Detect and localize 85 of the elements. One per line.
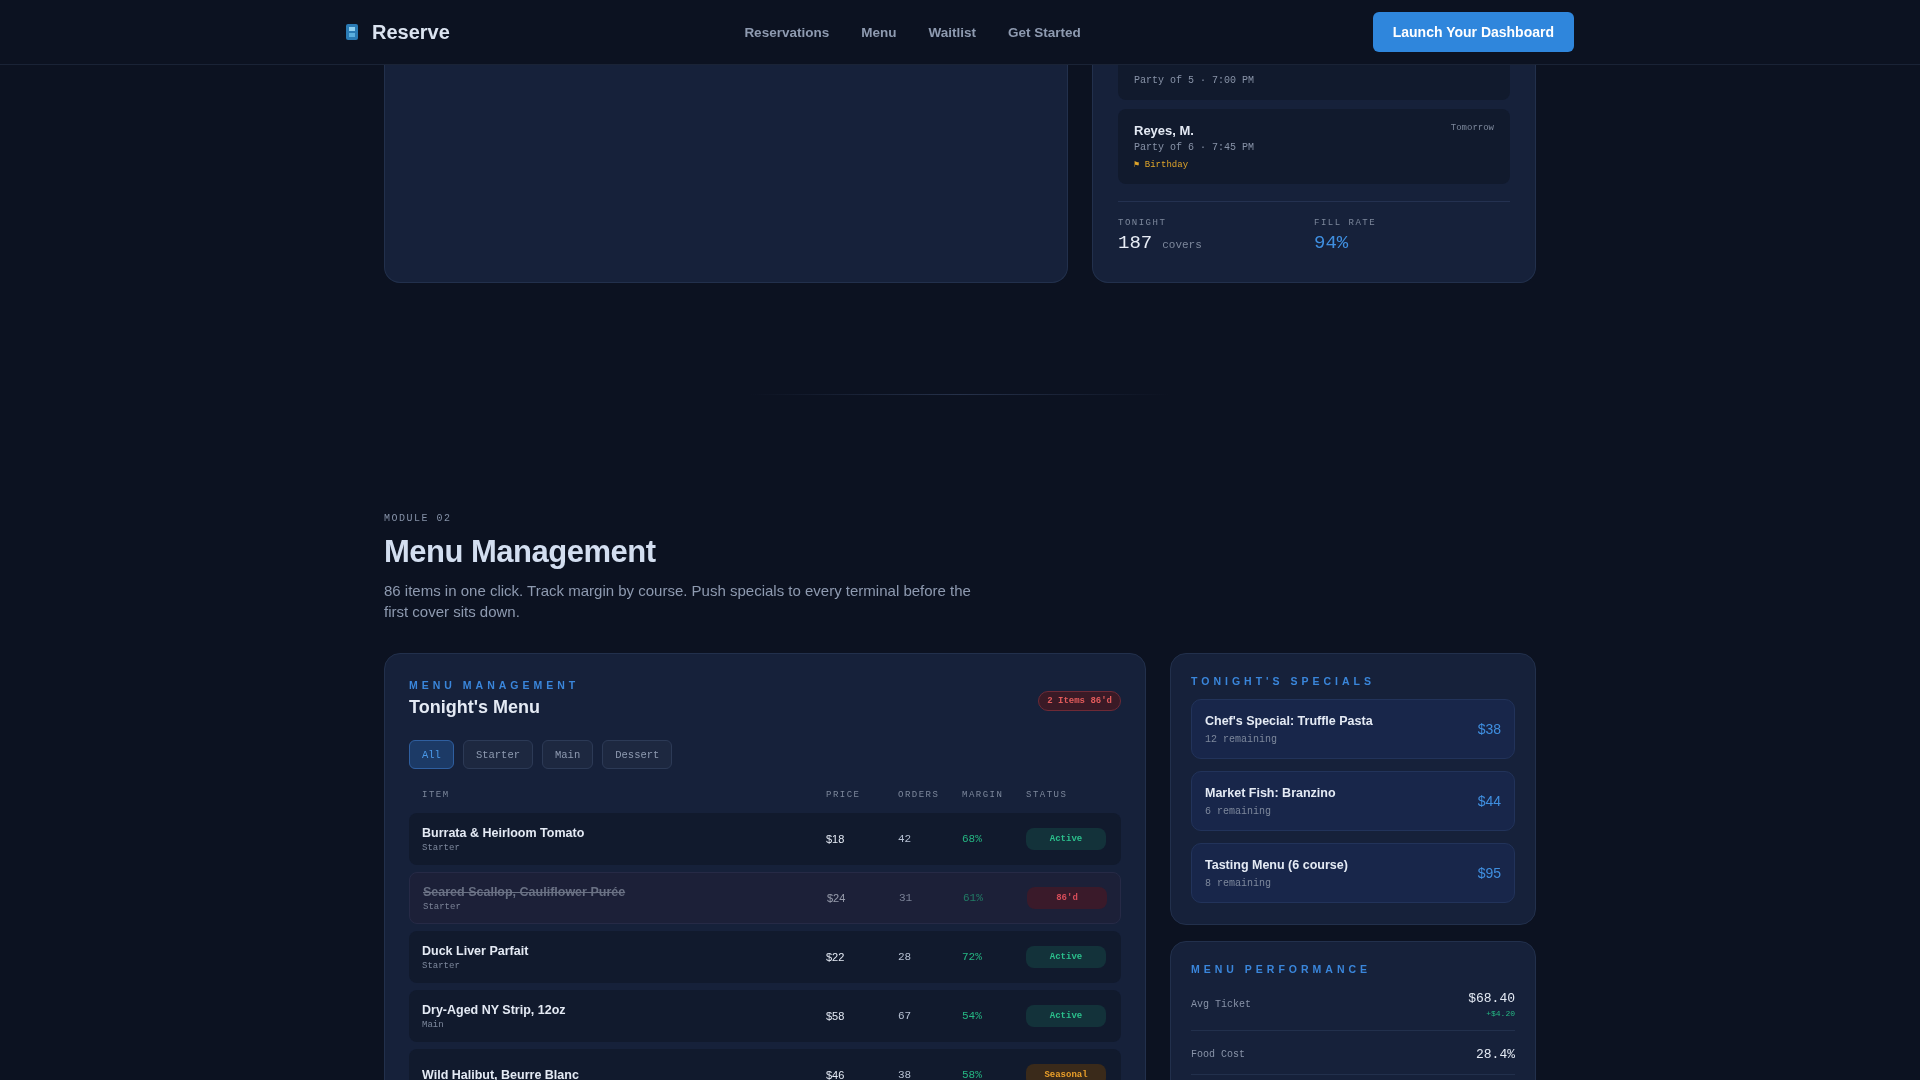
item-margin: 58%	[962, 1069, 983, 1080]
module-label: MODULE 02	[384, 513, 453, 524]
status-pill: Active	[1026, 1005, 1106, 1027]
item-price: $24	[827, 892, 847, 904]
filter-tab[interactable]: Starter	[462, 740, 533, 769]
party-details: Party of 6 · 7:45 PM	[1134, 142, 1256, 153]
filter-tab[interactable]: Dessert	[602, 740, 673, 769]
item-price: $58	[826, 1010, 846, 1022]
occasion-note: ⚑ Birthday	[1134, 159, 1190, 170]
item-orders: 67	[898, 1010, 913, 1022]
item-orders: 38	[898, 1069, 913, 1080]
stat-value: 187	[1118, 232, 1153, 254]
special-name: Chef's Special: Truffle Pasta	[1205, 713, 1373, 728]
brand-name[interactable]: Reserve	[372, 20, 450, 44]
section-title: Menu Management	[384, 534, 657, 570]
special-remaining: 12 remaining	[1205, 733, 1278, 745]
item-name: Seared Scallop, Cauliflower Purée	[423, 884, 627, 899]
column-header: ITEM	[422, 790, 451, 800]
menu-row[interactable]: Seared Scallop, Cauliflower Purée Starter $24 31 61% 86'd	[409, 872, 1121, 924]
item-course: Starter	[422, 960, 461, 971]
nav-link[interactable]: Reservations	[744, 24, 830, 40]
special-price: $44	[1477, 793, 1501, 809]
status-pill: Seasonal	[1026, 1064, 1106, 1080]
nav-link[interactable]: Get Started	[1007, 24, 1081, 40]
menu-row[interactable]: Dry-Aged NY Strip, 12oz Main $58 67 54% Active	[409, 990, 1121, 1042]
column-header: PRICE	[826, 790, 862, 800]
item-price: $46	[826, 1069, 846, 1080]
special-price: $95	[1477, 865, 1501, 881]
special-remaining: 8 remaining	[1205, 877, 1272, 889]
column-header: MARGIN	[962, 790, 1005, 800]
launch-dashboard-button[interactable]: Launch Your Dashboard	[1372, 12, 1574, 52]
item-margin: 68%	[962, 833, 983, 845]
reservation-card[interactable]: Reyes, M. Tomorrow Party of 6 · 7:45 PM ⚑ Birthday	[1118, 109, 1510, 184]
section-description: 86 items in one click. Track margin by course. Push specials to every terminal before the first cover sits down.	[384, 581, 972, 622]
item-course: Main	[422, 1019, 445, 1030]
stat-label: TONIGHT	[1118, 218, 1168, 228]
special-price: $38	[1477, 721, 1501, 737]
nav-link[interactable]: Menu	[861, 24, 897, 40]
metric-value: 28.4%	[1476, 1047, 1515, 1062]
card-eyebrow: TONIGHT'S SPECIALS	[1191, 675, 1376, 687]
item-margin: 72%	[962, 951, 983, 963]
item-name: Dry-Aged NY Strip, 12oz	[422, 1002, 567, 1017]
card-eyebrow: MENU PERFORMANCE	[1191, 963, 1373, 975]
item-name: Burrata & Heirloom Tomato	[422, 825, 586, 840]
party-details: Party of 5 · 7:00 PM	[1134, 75, 1256, 86]
logo-icon	[346, 24, 358, 40]
stat-unit: covers	[1162, 239, 1202, 251]
status-pill: Active	[1026, 828, 1106, 850]
card-eyebrow: MENU MANAGEMENT	[409, 679, 580, 691]
item-price: $22	[826, 951, 846, 963]
item-course: Starter	[423, 901, 462, 912]
item-price: $18	[826, 833, 846, 845]
nav-link[interactable]: Waitlist	[928, 24, 976, 40]
filter-tab[interactable]: All	[409, 740, 454, 769]
column-header: STATUS	[1026, 790, 1069, 800]
special-name: Tasting Menu (6 course)	[1205, 857, 1348, 872]
metric-label: Food Cost	[1191, 1049, 1245, 1060]
status-pill: Active	[1026, 946, 1106, 968]
alert-badge: 2 Items 86'd	[1038, 691, 1121, 711]
item-margin: 54%	[962, 1010, 983, 1022]
guest-name: Reyes, M.	[1134, 123, 1194, 138]
special-item[interactable]: Tasting Menu (6 course) 8 remaining $95	[1191, 843, 1515, 903]
menu-row[interactable]: Duck Liver Parfait Starter $22 28 72% Active	[409, 931, 1121, 983]
metric-change: +$4.20	[1486, 1009, 1515, 1018]
special-remaining: 6 remaining	[1205, 805, 1272, 817]
item-name: Duck Liver Parfait	[422, 943, 530, 958]
item-margin: 61%	[963, 892, 984, 904]
item-course: Starter	[422, 842, 461, 853]
special-name: Market Fish: Branzino	[1205, 785, 1336, 800]
stat-label: FILL RATE	[1314, 218, 1378, 228]
special-item[interactable]: Market Fish: Branzino 6 remaining $44	[1191, 771, 1515, 831]
card-title: Tonight's Menu	[409, 697, 541, 718]
stat-value: 94%	[1314, 232, 1349, 254]
menu-row[interactable]: Burrata & Heirloom Tomato Starter $18 42 68% Active	[409, 813, 1121, 865]
column-header: ORDERS	[898, 790, 941, 800]
special-item[interactable]: Chef's Special: Truffle Pasta 12 remaining $38	[1191, 699, 1515, 759]
item-orders: 42	[898, 833, 913, 845]
metric-label: Avg Ticket	[1191, 999, 1251, 1010]
metric-value: $68.40	[1468, 991, 1515, 1006]
item-orders: 31	[899, 892, 914, 904]
status-pill: 86'd	[1027, 887, 1107, 909]
reservation-card[interactable]: Party of 5 · 7:00 PM	[1118, 65, 1510, 100]
filter-tab[interactable]: Main	[542, 740, 594, 769]
reservation-date: Tomorrow	[1450, 123, 1494, 133]
item-orders: 28	[898, 951, 913, 963]
